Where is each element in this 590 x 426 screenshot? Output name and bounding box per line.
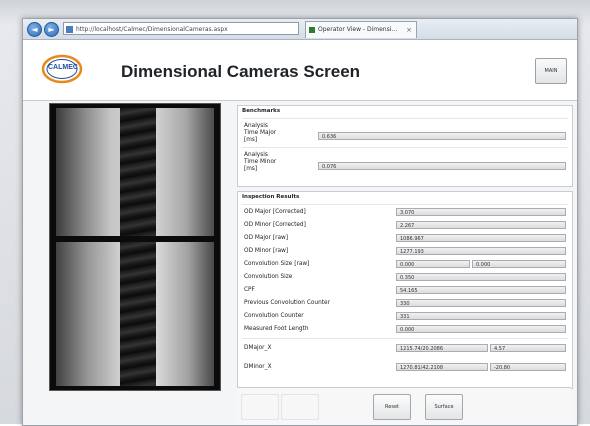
back-button[interactable]: ◄ [27,22,42,37]
address-bar[interactable]: http://localhost/Calmec/DimensionalCamer… [63,22,299,35]
inspection-label: Convolution Size [raw] [244,261,310,267]
inspection-value-secondary: 4.57 [490,344,566,352]
label-line: Analysis [244,152,268,158]
inspection-value: 3.070 [396,208,566,216]
inspection-title: Inspection Results [242,194,300,200]
tab-label: Operator View - Dimensi... [318,26,398,33]
label-line: [ms] [244,166,258,172]
inspection-value: 1086.967 [396,234,566,242]
inspection-label: CPF [244,287,255,293]
inspection-value: 0.350 [396,273,566,281]
inspection-label: DMinor_X [244,364,272,370]
inspection-value: 0.000 [396,325,566,333]
inspection-value: 0.000 [396,260,470,268]
inspection-label: OD Major [raw] [244,235,289,241]
hose-image-bottom [120,242,156,386]
surface-button[interactable]: Surface [425,394,463,420]
inspection-label: OD Minor [raw] [244,248,289,254]
address-text: http://localhost/Calmec/DimensionalCamer… [76,26,228,33]
reset-button[interactable]: Reset [373,394,411,420]
label-line: Time Minor [244,159,277,165]
label-line: Analysis [244,123,268,129]
inspection-value: 1270.81/42.2108 [396,363,488,371]
browser-tab[interactable]: Operator View - Dimensi... × [305,21,417,38]
inspection-results-panel: Inspection Results OD Major [Corrected] … [237,191,573,389]
benchmark-value-major: 0.636 [318,132,566,140]
benchmark-label-major: Analysis Time Major [ms] [244,123,276,144]
page-favicon-icon [66,26,73,33]
tab-favicon-icon [309,27,315,33]
inspection-label: OD Minor [Corrected] [244,222,306,228]
forward-button[interactable]: ► [44,22,59,37]
divider [242,204,568,205]
inspection-value: 1277.193 [396,247,566,255]
inspection-value: 331 [396,312,566,320]
inspection-value: 2.267 [396,221,566,229]
logo-text: CALMEC [48,64,78,71]
empty-button-slot [281,394,319,420]
browser-toolbar: ◄ ► http://localhost/Calmec/DimensionalC… [23,19,577,40]
page-header: CALMEC Dimensional Cameras Screen MAIN [23,40,577,101]
benchmark-label-minor: Analysis Time Minor [ms] [244,152,276,173]
empty-button-slot [241,394,279,420]
calmec-logo: CALMEC [41,54,83,84]
divider [242,118,568,119]
inspection-value: 1215.74/20.2086 [396,344,488,352]
divider [242,338,568,339]
inspection-value: 330 [396,299,566,307]
benchmark-value-minor: 0.076 [318,162,566,170]
tab-close-icon[interactable]: × [406,22,412,38]
inspection-label: Previous Convolution Counter [244,300,330,306]
bottom-button-bar: Reset Surface [237,387,571,424]
label-line: [ms] [244,137,258,143]
inspection-label: Convolution Size [244,274,293,280]
main-button[interactable]: MAIN [535,58,567,84]
inspection-value: 54.165 [396,286,566,294]
hose-image-top [120,108,156,236]
divider [242,147,568,148]
inspection-label: Convolution Counter [244,313,304,319]
benchmarks-panel: Benchmarks Analysis Time Major [ms] 0.63… [237,105,573,187]
inspection-label: OD Major [Corrected] [244,209,306,215]
camera-divider [50,236,220,242]
inspection-label: Measured Foot Length [244,326,309,332]
page-title: Dimensional Cameras Screen [121,62,361,81]
browser-window: ◄ ► http://localhost/Calmec/DimensionalC… [22,18,578,426]
camera-image [49,103,221,391]
benchmarks-title: Benchmarks [242,108,281,114]
forward-arrow-icon: ► [48,25,55,34]
inspection-label: DMajor_X [244,345,272,351]
inspection-value-secondary: 0.000 [472,260,566,268]
inspection-value-secondary: -20.80 [490,363,566,371]
label-line: Time Major [244,130,277,136]
back-arrow-icon: ◄ [31,25,38,34]
